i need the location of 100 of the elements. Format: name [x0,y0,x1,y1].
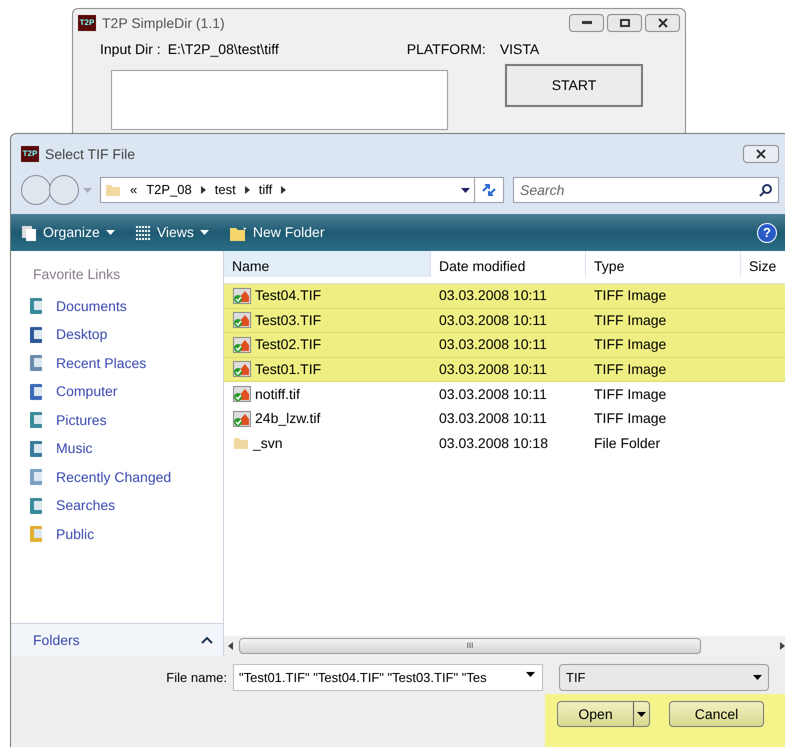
type-cell: TIFF Image [594,336,666,352]
date-cell: 03.03.2008 10:11 [439,410,547,426]
close-button[interactable] [743,145,779,163]
type-cell: TIFF Image [594,410,666,426]
sidebar-item[interactable]: Desktop [11,320,223,349]
back-button[interactable] [21,175,51,205]
column-header[interactable]: Type [586,251,741,277]
refresh-icon [481,183,497,197]
close-icon [755,149,767,159]
type-cell: TIFF Image [594,287,666,304]
start-button[interactable]: START [505,64,643,107]
toolbar-menu[interactable]: Organize [21,222,115,243]
file-name-field[interactable]: "Test01.TIF" "Test04.TIF" "Test03.TIF" "Tes [233,664,543,691]
file-name: Test04.TIF [255,286,322,306]
chevron-up-icon [201,636,213,644]
list-view-icon [134,224,151,240]
date-cell: 03.03.2008 10:11 [439,360,547,377]
chevron-right-icon [244,186,250,194]
scrollbar-thumb[interactable]: III [239,638,701,654]
sidebar-item[interactable]: Searches [11,492,223,520]
file-name: _svn [253,434,283,453]
date-cell: 03.03.2008 10:18 [439,434,548,451]
list-box[interactable] [111,70,448,130]
refresh-button[interactable] [474,177,504,203]
file-row[interactable]: 24b_lzw.tif 03.03.2008 10:11 TIFF Image [224,406,785,431]
column-header[interactable]: Size [741,251,785,277]
sidebar-item[interactable]: Computer [11,378,223,406]
new-folder-icon [228,224,247,242]
caret-icon [753,675,762,680]
cancel-button[interactable]: Cancel [669,701,764,727]
input-dir-label: Input Dir : [100,40,161,59]
toolbar-menu[interactable]: Views [134,222,209,243]
caret-icon [526,672,535,677]
breadcrumb-overflow[interactable]: « [130,180,138,200]
close-button[interactable] [645,14,680,32]
search-field[interactable]: Search [513,177,779,203]
scroll-left-icon [228,642,233,650]
sidebar-item[interactable]: Public [11,520,223,548]
minimize-icon [582,21,592,25]
app-logo: T2P [21,146,39,162]
type-cell: File Folder [594,434,660,451]
type-cell: TIFF Image [594,312,666,328]
file-row[interactable]: Test04.TIF 03.03.2008 10:11 TIFF Image [224,284,785,308]
file-name: Test03.TIF [255,310,322,330]
folders-bar[interactable]: Folders [11,623,223,656]
minimize-button[interactable] [569,14,604,32]
sidebar-item[interactable]: Recently Changed [11,463,223,492]
file-type-dropdown[interactable]: TIF [559,664,769,691]
forward-button[interactable] [49,175,79,205]
caret-icon [461,188,470,192]
chevron-right-icon [281,186,286,194]
folder-icon [233,435,249,452]
column-header[interactable]: Name [224,251,431,277]
file-name: Test02.TIF [255,335,322,354]
breadcrumb-segment[interactable]: test [214,180,236,200]
chevron-right-icon [200,186,206,194]
file-row[interactable]: _svn 03.03.2008 10:18 File Folder [224,431,785,456]
close-icon [656,18,668,28]
file-row[interactable]: Test01.TIF 03.03.2008 10:11 TIFF Image [224,358,785,382]
open-button[interactable]: Open [557,701,650,727]
breadcrumb-segment[interactable]: T2P_08 [146,180,192,200]
caret-icon [637,712,646,716]
dialog-title: Select TIF File [45,144,135,164]
search-icon [759,183,773,197]
image-file-icon [233,361,251,378]
input-dir-value: E:\T2P_08\test\tiff [168,40,279,59]
type-cell: TIFF Image [594,360,666,377]
file-name: 24b_lzw.tif [255,409,320,428]
caret-icon [200,230,209,235]
sidebar-item[interactable]: Pictures [11,406,223,434]
date-cell: 03.03.2008 10:11 [439,336,547,352]
pages-icon [21,224,37,240]
caret-icon [83,188,92,192]
maximize-button[interactable] [607,14,642,32]
file-row[interactable]: Test03.TIF 03.03.2008 10:11 TIFF Image [224,308,785,333]
image-file-icon [233,288,251,304]
sidebar-item[interactable]: Documents [11,292,223,320]
favorite-links-heading: Favorite Links [32,265,122,284]
horizontal-scrollbar[interactable]: III [224,636,785,656]
image-file-icon [233,386,251,402]
help-button[interactable]: ? [757,222,777,242]
file-row[interactable]: Test02.TIF 03.03.2008 10:11 TIFF Image [224,333,785,358]
sidebar-item[interactable]: Recent Places [11,349,223,378]
date-cell: 03.03.2008 10:11 [439,386,547,402]
app-logo: T2P [78,15,96,31]
type-cell: TIFF Image [594,386,666,402]
image-file-icon [233,336,251,353]
column-header[interactable]: Date modified [431,251,586,277]
toolbar-button[interactable]: New Folder [228,222,324,243]
image-file-icon [233,312,251,328]
window-title: T2P SimpleDir (1.1) [102,14,225,33]
sidebar-item[interactable]: Music [11,434,223,463]
maximize-icon [620,19,630,27]
image-file-icon [233,410,251,427]
breadcrumb-segment[interactable]: tiff [258,180,272,200]
platform-label: PLATFORM: [406,40,486,59]
file-name: notiff.tif [255,384,300,404]
date-cell: 03.03.2008 10:11 [439,312,547,328]
address-bar[interactable]: « T2P_08 test tiff [100,177,475,203]
file-row[interactable]: notiff.tif 03.03.2008 10:11 TIFF Image [224,382,785,406]
